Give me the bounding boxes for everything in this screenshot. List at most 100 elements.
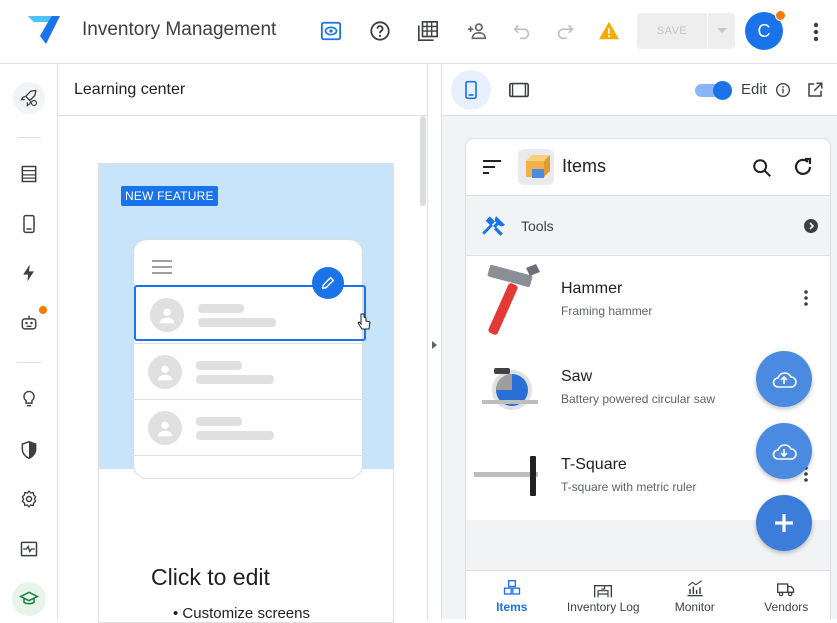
pencil-icon <box>312 267 344 299</box>
settings-gear-icon[interactable] <box>14 484 44 514</box>
help-icon[interactable] <box>367 18 393 44</box>
cloud-download-icon <box>772 444 797 460</box>
warning-icon[interactable] <box>596 18 622 44</box>
nav-label: Monitor <box>674 600 715 614</box>
bottom-nav: Items Inventory Log Monitor Vendors <box>466 570 831 619</box>
learning-center-cap-icon[interactable] <box>12 582 46 616</box>
tablet-preview-button[interactable] <box>506 77 532 103</box>
nav-item-inventory-log[interactable]: Inventory Log <box>558 571 650 619</box>
item-description: T-square with metric ruler <box>561 480 697 494</box>
app-device-icon[interactable] <box>14 209 44 239</box>
text-placeholder <box>196 431 274 440</box>
hand-cursor-icon <box>357 313 371 330</box>
tools-icon <box>482 216 505 236</box>
add-item-button[interactable] <box>756 495 812 551</box>
sort-menu-icon[interactable] <box>482 159 502 175</box>
text-placeholder <box>196 361 242 370</box>
cubes-icon <box>503 580 520 595</box>
redo-icon[interactable] <box>552 18 578 44</box>
feature-card-hero: NEW FEATURE <box>99 164 393 479</box>
list-item <box>134 343 364 399</box>
warehouse-icon <box>594 585 613 598</box>
nav-item-items[interactable]: Items <box>466 571 558 619</box>
learning-center-scrollbar[interactable] <box>418 116 428 619</box>
chart-icon <box>687 580 703 597</box>
device-frame: Items Tools Hammer Framing hammer Saw Ba… <box>465 138 831 619</box>
menu-icon <box>152 260 172 278</box>
list-item <box>134 455 364 511</box>
preview-pane: Edit Items Tools Hammer Framing hammer S… <box>442 64 837 619</box>
panel-splitter[interactable] <box>428 64 442 619</box>
nav-item-monitor[interactable]: Monitor <box>649 571 741 619</box>
refresh-icon[interactable] <box>791 155 815 179</box>
undo-icon[interactable] <box>509 18 535 44</box>
card-bullet: • Customize screens <box>173 605 310 622</box>
list-item <box>134 399 364 455</box>
open-external-icon[interactable] <box>806 81 824 99</box>
rocket-settings-icon[interactable] <box>13 82 45 114</box>
download-button[interactable] <box>756 423 812 479</box>
edit-toggle[interactable] <box>695 81 733 100</box>
tablet-icon <box>509 82 529 98</box>
items-box-icon <box>518 149 554 185</box>
automation-bolt-icon[interactable] <box>14 258 44 288</box>
avatar-placeholder-icon <box>148 355 182 389</box>
data-icon[interactable] <box>14 159 44 189</box>
category-label: Tools <box>521 218 554 234</box>
text-placeholder <box>198 304 244 313</box>
nav-label: Items <box>496 600 528 614</box>
learning-center-panel: Learning center NEW FEATURE Click to edi… <box>58 64 428 623</box>
feature-card[interactable]: NEW FEATURE Click to edit • Customize sc… <box>98 163 394 623</box>
lightbulb-icon[interactable] <box>14 384 44 414</box>
category-row[interactable]: Tools <box>466 196 830 256</box>
plus-icon <box>775 514 793 532</box>
preview-eye-icon[interactable] <box>318 18 344 44</box>
mobile-preview-button[interactable] <box>451 70 491 110</box>
hammer-image <box>487 264 540 335</box>
rail-divider <box>17 362 41 363</box>
item-description: Framing hammer <box>561 304 653 318</box>
nav-label: Vendors <box>764 600 809 614</box>
notification-dot <box>775 10 786 21</box>
app-title: Inventory Management <box>82 19 277 40</box>
top-bar: Inventory Management SAVE C <box>0 0 837 64</box>
new-feature-badge: NEW FEATURE <box>121 186 218 206</box>
avatar-placeholder-icon <box>148 411 182 445</box>
more-vert-icon[interactable] <box>802 288 810 308</box>
item-description: Battery powered circular saw <box>561 392 716 406</box>
nav-label: Inventory Log <box>566 600 640 614</box>
save-button[interactable]: SAVE <box>637 13 735 49</box>
scrollbar-thumb[interactable] <box>420 116 426 206</box>
save-label: SAVE <box>656 25 688 37</box>
chevron-right-icon[interactable] <box>803 218 819 234</box>
phone-illustration <box>133 239 371 479</box>
monitor-pulse-icon[interactable] <box>14 534 44 564</box>
edit-label: Edit <box>741 81 767 98</box>
device-title: Items <box>562 156 607 176</box>
security-shield-icon[interactable] <box>14 435 44 465</box>
save-dropdown-icon[interactable] <box>708 28 735 34</box>
list-item[interactable]: Hammer Framing hammer <box>466 256 830 344</box>
add-user-icon[interactable] <box>464 18 490 44</box>
cloud-upload-icon <box>772 372 797 388</box>
appsheet-logo[interactable] <box>26 14 62 46</box>
text-placeholder <box>196 375 274 384</box>
avatar-placeholder-icon <box>150 298 184 332</box>
rail-divider <box>17 137 41 138</box>
expand-arrow-icon[interactable] <box>432 341 437 349</box>
text-placeholder <box>198 318 276 327</box>
item-name: Hammer <box>561 280 623 297</box>
upload-button[interactable] <box>756 351 812 407</box>
left-rail <box>0 64 58 619</box>
info-icon[interactable] <box>775 82 791 98</box>
learning-center-header: Learning center <box>58 64 428 116</box>
nav-item-vendors[interactable]: Vendors <box>741 571 831 619</box>
more-vert-icon[interactable] <box>806 20 826 44</box>
phone-icon <box>465 80 477 100</box>
circular-saw-image <box>482 368 538 410</box>
card-heading: Click to edit <box>151 564 270 590</box>
table-view-icon[interactable] <box>415 18 441 44</box>
t-square-image <box>474 456 538 496</box>
item-name: Saw <box>561 368 593 385</box>
search-icon[interactable] <box>751 157 773 179</box>
